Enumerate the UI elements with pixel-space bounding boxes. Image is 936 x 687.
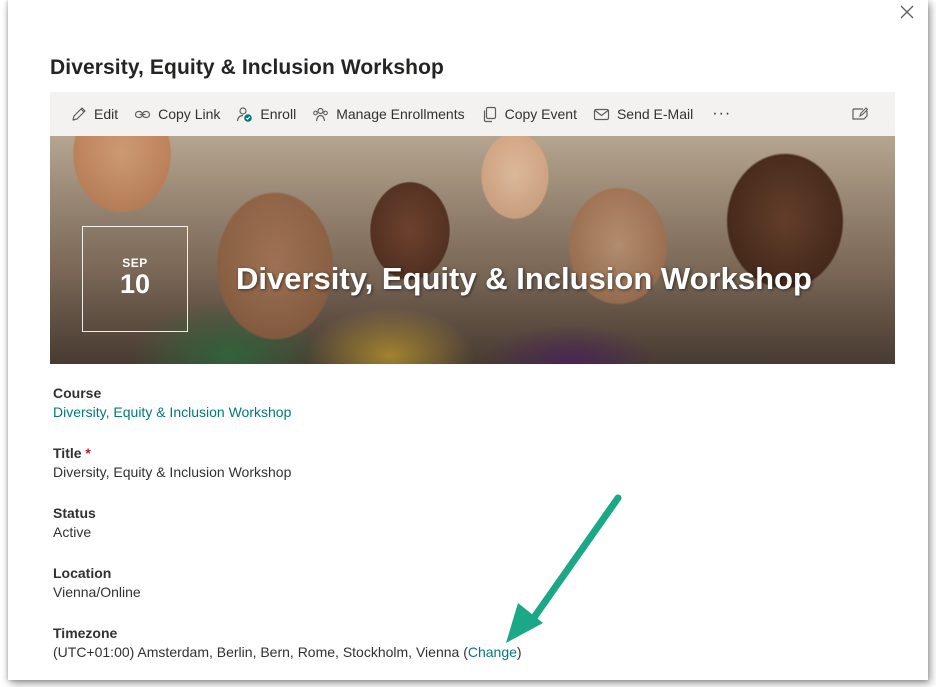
manage-enrollments-label: Manage Enrollments bbox=[336, 106, 465, 122]
copy-link-label: Copy Link bbox=[158, 106, 221, 122]
status-label: Status bbox=[53, 505, 96, 521]
command-bar: Edit Copy Link Enroll Manage Enrollments… bbox=[50, 92, 895, 136]
person-check-icon bbox=[237, 106, 253, 122]
location-label: Location bbox=[53, 565, 112, 581]
annotation-arrow bbox=[506, 494, 622, 643]
send-email-label: Send E-Mail bbox=[616, 106, 694, 122]
copy-event-button[interactable]: Copy Event bbox=[481, 92, 577, 136]
title-label: Title * bbox=[53, 445, 291, 464]
course-field: Course Diversity, Equity & Inclusion Wor… bbox=[53, 385, 291, 420]
copy-icon bbox=[483, 106, 496, 122]
banner-title: Diversity, Equity & Inclusion Workshop bbox=[236, 261, 812, 296]
event-banner-image: SEP 10 Diversity, Equity & Inclusion Wor… bbox=[50, 136, 895, 364]
mail-icon bbox=[593, 108, 610, 120]
edit-label: Edit bbox=[94, 106, 119, 122]
event-date-badge: SEP 10 bbox=[82, 226, 188, 332]
edit-button[interactable]: Edit bbox=[70, 92, 118, 136]
people-icon bbox=[313, 107, 329, 121]
location-value: Vienna/Online bbox=[53, 584, 141, 600]
title-value: Diversity, Equity & Inclusion Workshop bbox=[53, 464, 292, 480]
edit-note-icon[interactable] bbox=[851, 105, 869, 123]
enroll-button[interactable]: Enroll bbox=[236, 92, 296, 136]
location-field: Location Vienna/Online bbox=[53, 565, 141, 600]
title-label-text: Title bbox=[53, 445, 82, 461]
more-options-button[interactable]: ··· bbox=[712, 105, 731, 123]
event-panel: Diversity, Equity & Inclusion Workshop E… bbox=[8, 0, 928, 680]
copy-event-label: Copy Event bbox=[504, 106, 577, 122]
timezone-value: (UTC+01:00) Amsterdam, Berlin, Bern, Rom… bbox=[53, 644, 522, 660]
event-month: SEP bbox=[122, 256, 148, 270]
timezone-field: Timezone (UTC+01:00) Amsterdam, Berlin, … bbox=[53, 625, 522, 660]
panel-title: Diversity, Equity & Inclusion Workshop bbox=[50, 56, 444, 79]
copy-link-button[interactable]: Copy Link bbox=[134, 92, 220, 136]
status-field: Status Active bbox=[53, 505, 96, 540]
title-field: Title * Diversity, Equity & Inclusion Wo… bbox=[53, 445, 291, 480]
enroll-label: Enroll bbox=[260, 106, 297, 122]
pencil-icon bbox=[72, 106, 86, 121]
status-value: Active bbox=[53, 524, 92, 540]
manage-enrollments-button[interactable]: Manage Enrollments bbox=[312, 92, 465, 136]
course-label: Course bbox=[53, 385, 102, 401]
close-icon[interactable] bbox=[898, 3, 916, 21]
timezone-label: Timezone bbox=[53, 625, 118, 641]
timezone-text: (UTC+01:00) Amsterdam, Berlin, Bern, Rom… bbox=[53, 644, 468, 660]
required-marker: * bbox=[85, 445, 91, 461]
event-day: 10 bbox=[119, 269, 151, 299]
send-email-button[interactable]: Send E-Mail bbox=[593, 92, 693, 136]
link-icon bbox=[135, 110, 151, 118]
course-link[interactable]: Diversity, Equity & Inclusion Workshop bbox=[53, 404, 291, 420]
